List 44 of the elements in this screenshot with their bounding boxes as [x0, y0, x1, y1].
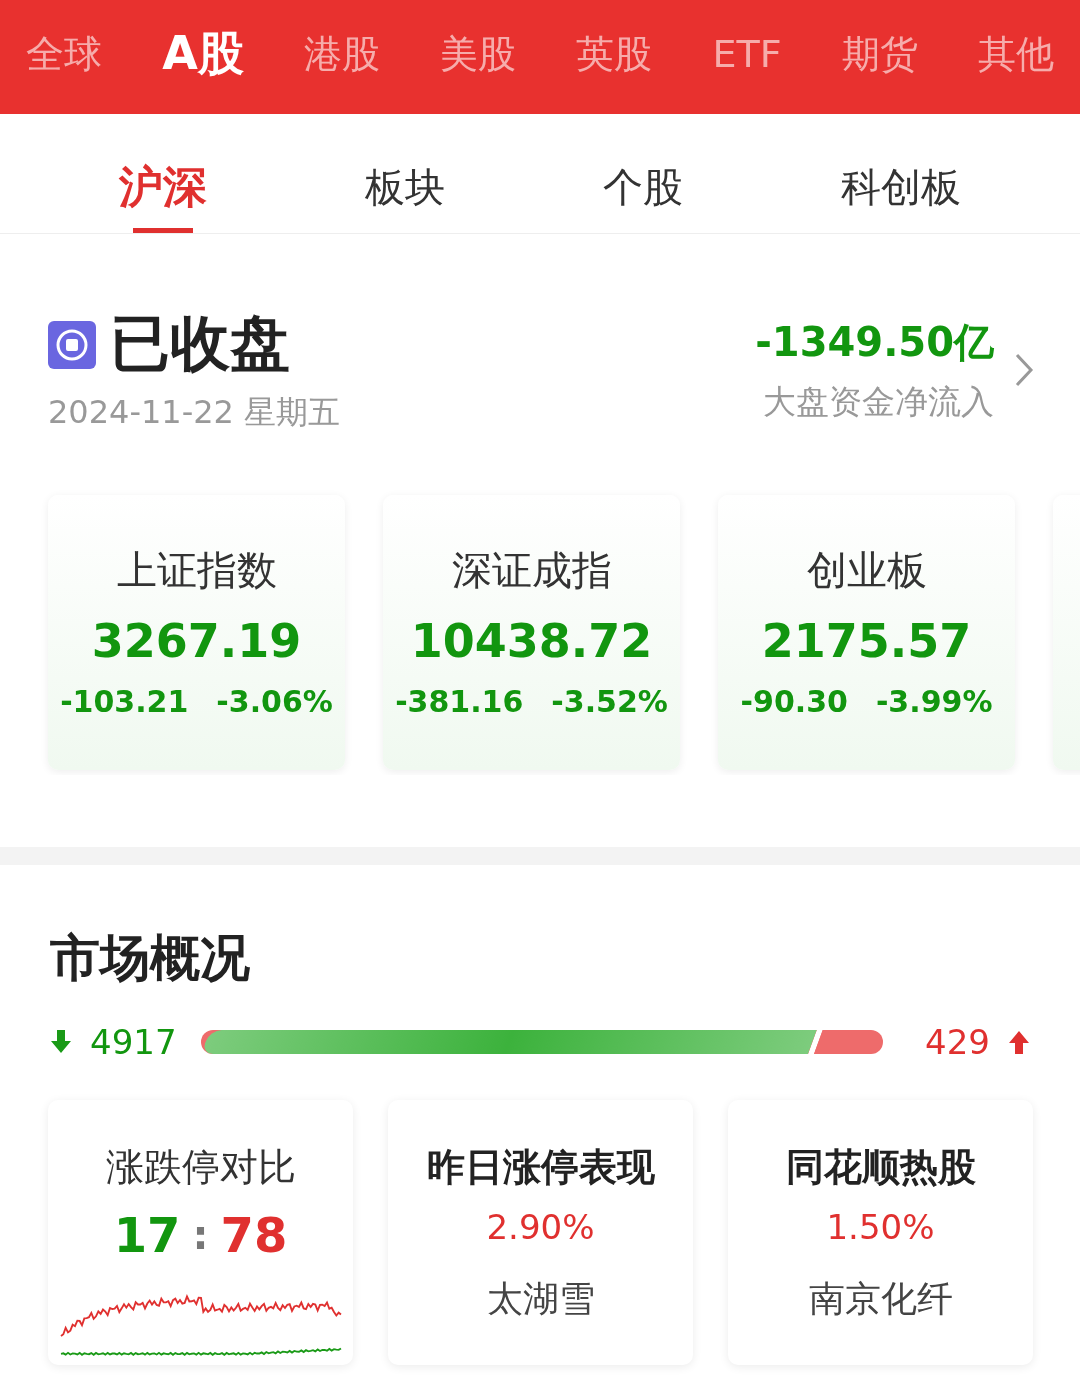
- index-change: -103.21: [60, 684, 189, 719]
- decline-count: 4917: [90, 1022, 177, 1062]
- limit-ratio-card[interactable]: 涨跌停对比 17 : 78: [48, 1100, 353, 1365]
- stock-card[interactable]: 同花顺热股 1.50% 南京化纤: [728, 1100, 1033, 1365]
- category-tab[interactable]: 科创板: [841, 114, 961, 233]
- index-name: 创业板: [806, 546, 927, 595]
- net-flow-value: -1349.50亿: [755, 317, 994, 367]
- index-value: 10438.72: [410, 614, 653, 668]
- limit-up-count: 78: [220, 1207, 288, 1263]
- index-change: -381.16: [395, 684, 524, 719]
- market-tab[interactable]: A股: [162, 23, 244, 85]
- stock-change: 1.50%: [826, 1207, 935, 1247]
- index-change: -90.30: [740, 684, 848, 719]
- market-status: 已收盘: [110, 307, 290, 380]
- chevron-right-icon[interactable]: [1014, 351, 1034, 388]
- arrow-down-icon: [50, 1030, 72, 1054]
- advance-count: 429: [925, 1022, 990, 1062]
- card-title: 昨日涨停表现: [426, 1144, 655, 1191]
- index-name: 上证指数: [116, 546, 277, 595]
- limit-down-count: 17: [113, 1207, 181, 1263]
- index-percent: -3.06%: [216, 684, 333, 719]
- index-value: 2175.57: [761, 614, 972, 668]
- stock-card[interactable]: 昨日涨停表现 2.90% 太湖雪: [388, 1100, 693, 1365]
- index-name: 深证成指: [451, 546, 612, 595]
- stop-icon: [48, 320, 96, 369]
- stock-change: 2.90%: [486, 1207, 595, 1247]
- category-tab[interactable]: 沪深: [119, 114, 207, 233]
- index-card[interactable]: 创业板 2175.57 -90.30 -3.99%: [718, 495, 1015, 770]
- arrow-up-icon: [1008, 1030, 1030, 1054]
- net-flow-label: 大盘资金净流入: [763, 380, 994, 423]
- stock-name: 南京化纤: [808, 1277, 953, 1321]
- card-title: 同花顺热股: [785, 1144, 976, 1191]
- index-card[interactable]: 深证成指 10438.72 -381.16 -3.52%: [383, 495, 680, 770]
- category-tab[interactable]: 个股: [603, 114, 683, 233]
- stock-name: 太湖雪: [486, 1277, 595, 1321]
- trade-date: 2024-11-22 星期五: [48, 392, 341, 433]
- card-title: 涨跌停对比: [105, 1144, 296, 1191]
- category-tab[interactable]: 板块: [365, 114, 445, 233]
- index-card[interactable]: 上证指数 3267.19 -103.21 -3.06%: [48, 495, 345, 770]
- index-value: 3267.19: [91, 614, 302, 668]
- index-percent: -3.99%: [875, 684, 993, 719]
- section-title: 市场概况: [49, 928, 251, 989]
- ratio-separator: :: [192, 1212, 209, 1258]
- index-percent: -3.52%: [551, 684, 668, 719]
